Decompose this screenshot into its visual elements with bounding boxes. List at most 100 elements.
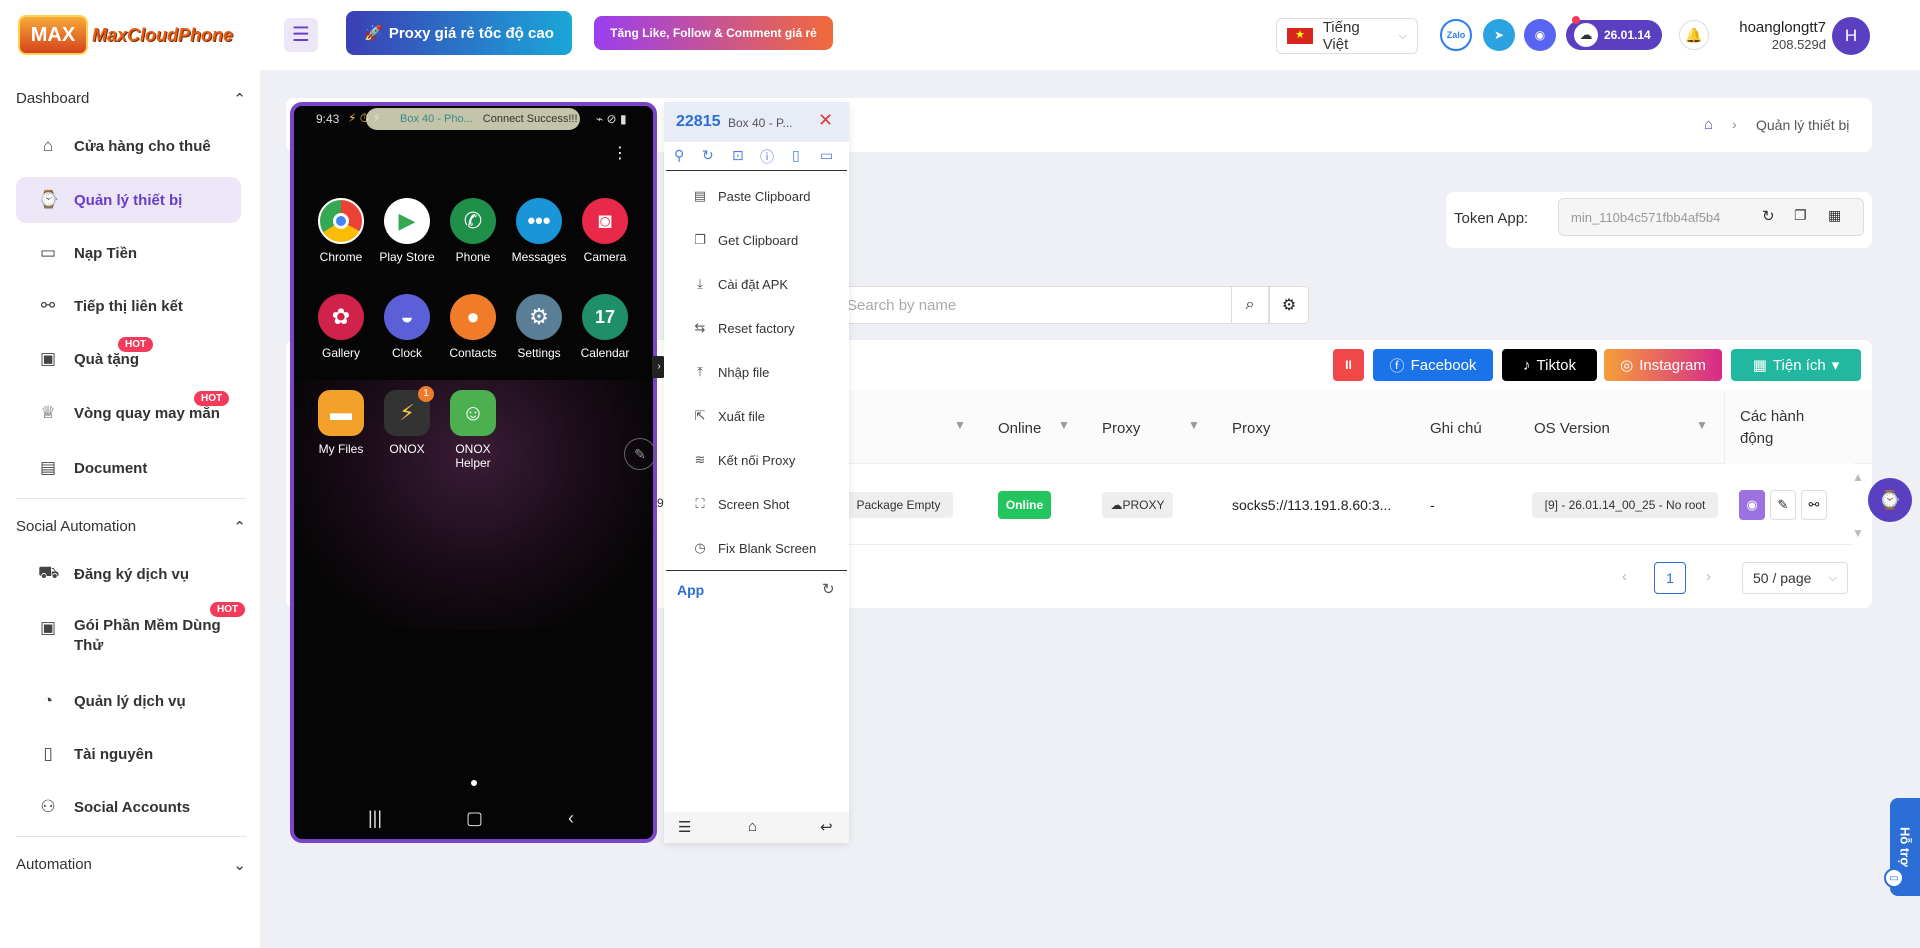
scroll-up-icon[interactable]: ▲ <box>1852 470 1864 484</box>
app-chrome[interactable]: Chrome <box>306 198 376 264</box>
qrcode-icon[interactable]: ▦ <box>1828 207 1841 224</box>
gallery-icon: ✿ <box>318 294 364 340</box>
sidebar-item-manage-service[interactable]: ◔ Quản lý dịch vụ <box>16 678 241 724</box>
filter-icon[interactable]: ▼ <box>954 418 966 432</box>
discord-icon[interactable]: ◉ <box>1524 19 1556 51</box>
get-clipboard-button[interactable]: ❐ Get Clipboard <box>692 232 798 248</box>
filter-icon[interactable]: ▼ <box>1696 418 1708 432</box>
sync-icon[interactable]: ↻ <box>702 147 714 164</box>
sidebar-item-topup[interactable]: ▭ Nạp Tiền <box>16 230 241 276</box>
view-icon[interactable]: ◉ <box>1739 490 1765 520</box>
token-input[interactable]: min_110b4c571fbb4af5b4 <box>1558 198 1864 236</box>
avatar[interactable]: H <box>1832 17 1870 55</box>
close-icon[interactable]: ✕ <box>818 110 833 131</box>
home-icon[interactable]: ⌂ <box>748 818 757 835</box>
like-promo-button[interactable]: Tăng Like, Follow & Comment giá rẻ <box>594 16 833 50</box>
version-badge[interactable]: ☁ 26.01.14 <box>1566 20 1662 50</box>
rocket-tool-icon[interactable]: ⚲ <box>674 147 684 164</box>
home-icon[interactable]: ⌂ <box>1704 116 1713 133</box>
hot-badge: HOT <box>210 602 246 617</box>
app-phone[interactable]: ✆ Phone <box>438 198 508 264</box>
home-nav-icon[interactable]: ▢ <box>466 808 483 829</box>
share-icon[interactable]: ⚯ <box>1801 490 1827 520</box>
refresh-icon[interactable]: ↻ <box>822 580 835 598</box>
telegram-icon[interactable]: ➤ <box>1483 19 1515 51</box>
recent-apps-icon[interactable]: ||| <box>368 808 382 829</box>
sidebar-item-register-service[interactable]: ⛟ Đăng ký dịch vụ <box>16 551 241 597</box>
sidebar-item-devices[interactable]: ⌚ Quản lý thiết bị <box>16 177 241 223</box>
prev-page-icon[interactable]: ‹ <box>1622 568 1627 585</box>
sidebar-item-store[interactable]: ⌂ Cửa hàng cho thuê <box>16 123 241 169</box>
filter-icon[interactable]: ▼ <box>1188 418 1200 432</box>
page-1-button[interactable]: 1 <box>1654 562 1686 594</box>
section-automation[interactable]: Automation ⌄ <box>16 856 246 874</box>
page-size-select[interactable]: 50 / page ⌵ <box>1742 562 1848 594</box>
copy-icon[interactable]: ❐ <box>1794 207 1807 224</box>
search-icon[interactable]: ⌕ <box>1231 286 1269 324</box>
sidebar-item-social-accounts[interactable]: ⚇ Social Accounts <box>16 784 241 830</box>
language-select[interactable]: Tiếng Việt⌵ <box>1276 18 1418 54</box>
app-play-store[interactable]: ▶ Play Store <box>372 198 442 264</box>
app-onox-helper[interactable]: ☺ ONOX Helper <box>438 390 508 470</box>
settings-icon: ⚙ <box>516 294 562 340</box>
app-calendar[interactable]: 17 Calendar <box>570 294 640 360</box>
app-settings[interactable]: ⚙ Settings <box>504 294 574 360</box>
menu-toggle-icon[interactable]: ☰ <box>284 18 318 52</box>
search-input[interactable]: Search by name <box>836 286 1232 324</box>
unlock-icon[interactable]: ⊡ <box>732 147 744 164</box>
filter-icon[interactable]: ▼ <box>1058 418 1070 432</box>
watch-fab-icon[interactable]: ⌚ <box>1868 478 1912 522</box>
zalo-icon[interactable]: Zalo <box>1440 19 1472 51</box>
sidebar-item-document[interactable]: ▤ Document <box>16 445 241 491</box>
facebook-button[interactable]: ⓕ Facebook <box>1373 349 1493 381</box>
scroll-down-icon[interactable]: ▼ <box>1852 526 1864 540</box>
cloud-download-icon: ☁ <box>1574 23 1598 47</box>
clock-icon: ◒ <box>384 294 430 340</box>
logo[interactable]: MAX MaxCloudPhone <box>18 14 233 56</box>
import-file-button[interactable]: ⤒ Nhập file <box>692 364 769 380</box>
info-icon[interactable]: ⓘ <box>760 147 774 167</box>
screenshot-button[interactable]: ⛶ Screen Shot <box>692 496 789 512</box>
export-file-button[interactable]: ⇱ Xuất file <box>692 408 765 424</box>
paste-clipboard-button[interactable]: ▤ Paste Clipboard <box>692 188 811 204</box>
gear-icon[interactable]: ⚙ <box>1269 286 1309 324</box>
mobile-icon[interactable]: ▯ <box>792 147 800 164</box>
connect-proxy-button[interactable]: ≋ Kết nối Proxy <box>692 452 796 468</box>
sidebar-item-resources[interactable]: ▯ Tài nguyên <box>16 731 241 777</box>
utilities-dropdown[interactable]: ▦ Tiện ích ▾ <box>1731 349 1861 381</box>
share-icon: ⚯ <box>40 296 56 315</box>
refresh-icon[interactable]: ↻ <box>1762 207 1775 225</box>
menu-icon[interactable]: ☰ <box>678 818 691 836</box>
app-contacts[interactable]: ● Contacts <box>438 294 508 360</box>
app-clock[interactable]: ◒ Clock <box>372 294 442 360</box>
chat-icon[interactable]: ▭ <box>1884 868 1904 888</box>
pen-edge-icon[interactable]: ✎ <box>624 438 656 470</box>
tablet-icon[interactable]: ▭ <box>820 147 833 164</box>
panel-device-id: 22815 <box>676 113 721 130</box>
app-onox[interactable]: ⚡ ONOX <box>372 390 442 456</box>
back-icon[interactable]: ↩ <box>820 818 833 836</box>
install-apk-button[interactable]: ⤓ Cài đặt APK <box>692 276 788 292</box>
app-gallery[interactable]: ✿ Gallery <box>306 294 376 360</box>
section-social-automation[interactable]: Social Automation ⌃ <box>16 518 246 536</box>
section-dashboard[interactable]: Dashboard ⌃ <box>16 90 246 108</box>
next-page-icon[interactable]: › <box>1706 568 1711 585</box>
file-icon: ▯ <box>43 744 53 763</box>
col-header-note: Ghi chú <box>1430 420 1482 437</box>
device-tool-panel <box>664 102 849 843</box>
app-my-files[interactable]: ▬ My Files <box>306 390 376 456</box>
tiktok-button[interactable]: ♪ Tiktok <box>1502 349 1597 381</box>
sidebar-item-affiliate[interactable]: ⚯ Tiếp thị liên kết <box>16 283 241 329</box>
reset-factory-button[interactable]: ⇆ Reset factory <box>692 320 795 336</box>
fix-blank-screen-button[interactable]: ◷ Fix Blank Screen <box>692 540 816 556</box>
back-nav-icon[interactable]: ‹ <box>568 808 574 829</box>
edit-icon[interactable]: ✎ <box>1770 490 1796 520</box>
more-vertical-icon[interactable]: ⋮ <box>612 143 628 163</box>
proxy-promo-button[interactable]: 🚀 Proxy giá rẻ tốc độ cao <box>346 11 572 55</box>
app-camera[interactable]: ◙ Camera <box>570 198 640 264</box>
sidebar-item-trial-software[interactable]: ▣ Gói Phần Mềm Dùng Thử <box>16 608 241 664</box>
instagram-button[interactable]: ◎ Instagram <box>1604 349 1722 381</box>
proxy-tag: ☁ PROXY <box>1102 492 1173 518</box>
pause-button[interactable]: II <box>1333 349 1364 381</box>
app-messages[interactable]: ••• Messages <box>504 198 574 264</box>
